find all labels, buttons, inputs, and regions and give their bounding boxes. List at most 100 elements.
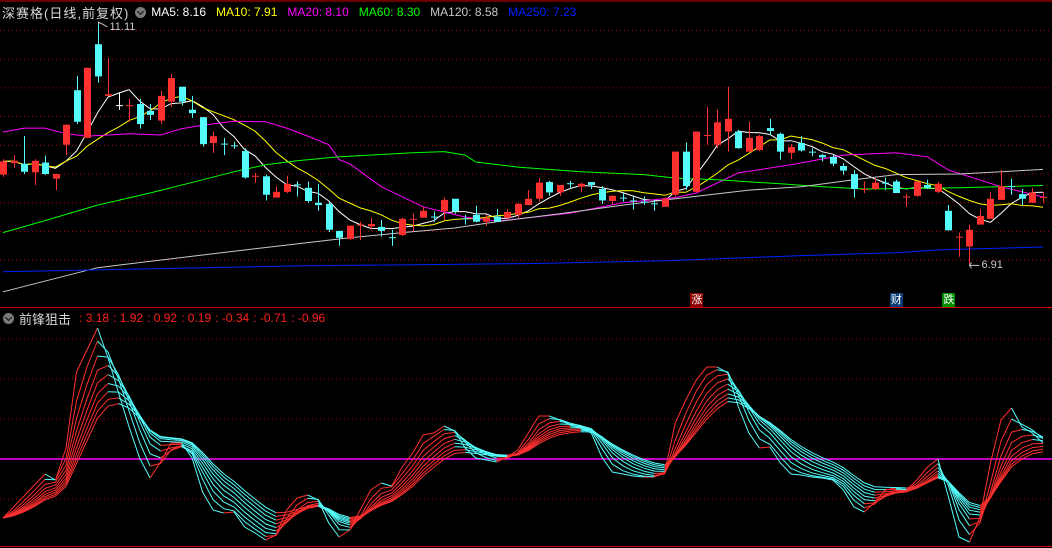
candle	[987, 191, 994, 219]
candle-body	[473, 214, 480, 222]
candle-body	[431, 216, 438, 218]
candle-body	[336, 230, 343, 238]
candle-body	[735, 131, 742, 149]
candlesticks[interactable]	[0, 24, 1047, 266]
candle	[903, 194, 910, 207]
candle-body	[704, 134, 711, 136]
candle	[263, 174, 270, 201]
indicator-line-4-segment	[727, 378, 875, 502]
candle-body	[956, 236, 963, 238]
candle	[189, 95, 196, 118]
candle	[273, 186, 280, 198]
candle-body	[189, 109, 196, 114]
candle-body	[693, 131, 700, 192]
candle	[620, 192, 627, 202]
indicator-line-1-segment	[549, 415, 644, 478]
ma10-legend: MA10 7.91	[216, 5, 277, 19]
ma-name: MA60	[358, 5, 391, 19]
candle	[74, 75, 81, 125]
candle-body	[515, 203, 522, 215]
indicator-lines	[2, 327, 1044, 543]
indicator-value: 0.19	[181, 311, 211, 325]
candle-body	[830, 156, 837, 164]
ma-value: 8.30	[396, 5, 421, 19]
candle	[578, 182, 585, 193]
indicator-line-8-segment	[979, 448, 1044, 508]
candle-body	[326, 203, 333, 230]
candle	[105, 58, 112, 96]
candle-body	[683, 151, 690, 187]
indicator-line-1-segment	[1011, 407, 1044, 444]
candle-body	[420, 210, 427, 218]
event-marker-fall[interactable]: 跌	[942, 293, 956, 307]
indicator-line-5-segment	[160, 443, 182, 446]
candle	[1029, 187, 1036, 203]
candle	[168, 74, 175, 107]
candle	[609, 195, 616, 206]
candle-body	[483, 217, 490, 222]
candle-body	[777, 133, 784, 152]
candle-body	[200, 117, 207, 145]
candle-body	[441, 199, 448, 212]
candle-body	[305, 187, 312, 202]
candle-body	[116, 105, 123, 107]
ma-value: 7.91	[254, 5, 278, 19]
indicator-line-2-segment	[969, 418, 1012, 535]
chevron-down-icon[interactable]	[135, 6, 147, 18]
candle-body	[714, 122, 721, 145]
candle-body	[945, 210, 952, 231]
candle-body	[378, 226, 385, 231]
ma120-legend: MA120 8.58	[430, 5, 498, 19]
candle-body	[84, 67, 91, 138]
candle	[693, 131, 700, 192]
ma-name: MA250	[508, 5, 547, 19]
candle-body	[851, 174, 858, 189]
candle	[956, 232, 963, 257]
candle-body	[273, 191, 280, 198]
candle-body	[210, 136, 217, 144]
event-marker-finance[interactable]: 财	[889, 293, 903, 307]
candle	[599, 186, 606, 204]
candle-body	[609, 195, 616, 202]
candle-body	[168, 78, 175, 102]
candle	[704, 106, 711, 145]
price-gridlines	[0, 29, 1052, 261]
indicator-line-1-segment	[717, 366, 760, 449]
indicator-line-1-segment	[55, 327, 98, 481]
candle-body	[767, 128, 774, 131]
ma-name: MA120	[430, 5, 469, 19]
candle-body	[410, 218, 417, 220]
candle	[95, 24, 102, 83]
candle-body	[924, 184, 931, 188]
candle	[767, 118, 774, 135]
event-marker-rise[interactable]: 涨	[690, 293, 704, 307]
candle-body	[21, 163, 28, 172]
candle	[851, 170, 858, 198]
candle-body	[599, 188, 606, 201]
indicator-value: -0.96	[291, 311, 325, 325]
candle	[536, 178, 543, 202]
indicator-line-1-segment	[759, 446, 770, 449]
indicator-line-6-segment	[727, 388, 876, 496]
candle-body	[746, 137, 753, 152]
indicator-value: -0.71	[253, 311, 287, 325]
candle-body	[725, 118, 732, 132]
candle-body	[74, 90, 81, 122]
candle-body	[221, 143, 228, 145]
candle	[252, 172, 259, 183]
candle-body	[389, 237, 396, 239]
indicator-line-5-segment	[275, 504, 319, 529]
candle-body	[662, 198, 669, 207]
candle-body	[914, 181, 921, 196]
candle	[32, 159, 39, 185]
candle-body	[126, 105, 133, 107]
candle	[410, 213, 417, 232]
candle-body	[315, 202, 322, 206]
candle	[683, 142, 690, 191]
candle-body	[368, 224, 375, 227]
candle-body	[32, 160, 39, 173]
candle	[231, 141, 238, 149]
candle	[546, 180, 553, 196]
candle-body	[861, 188, 868, 190]
chevron-down-icon[interactable]	[3, 312, 14, 324]
